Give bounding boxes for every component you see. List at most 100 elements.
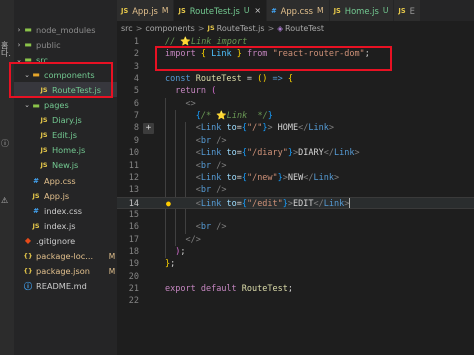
tree-item[interactable]: JSEdit.jsU — [14, 128, 134, 143]
tree-item[interactable]: # index.css — [14, 203, 126, 218]
code-line[interactable]: 3 — [117, 61, 474, 73]
symbol-icon: ◈ — [277, 23, 284, 33]
warning-icon[interactable]: ⚠ — [1, 197, 8, 205]
tree-item[interactable]: #App.cssM — [14, 173, 126, 188]
code-token: Link — [200, 123, 222, 134]
line-number: 18 — [128, 246, 139, 257]
tree-item-label: README.md — [36, 281, 87, 292]
tree-item-label: RouteTest.js — [52, 84, 102, 95]
close-icon[interactable]: × — [254, 6, 261, 15]
line-number: 6 — [133, 98, 139, 109]
editor-tab[interactable]: JS RouteTest.js U × — [174, 0, 268, 21]
tree-item[interactable]: ⌄ ▬ src — [14, 52, 118, 67]
tree-item-label: components — [44, 69, 95, 80]
code-token: </ — [303, 172, 314, 183]
code-token: "/edit" — [246, 198, 283, 209]
code-text: {/* ⭐Link */} — [165, 110, 273, 122]
tree-item[interactable]: JSRouteTest.jsU — [14, 82, 134, 98]
tree-item[interactable]: {} package-loc... M — [14, 249, 118, 264]
code-line[interactable]: 12 <Link to={"/new"}>NEW</Link> — [117, 172, 474, 184]
code-token: Link import — [190, 37, 248, 47]
code-line[interactable]: 8 <Link to={"/"}> HOME</Link> + — [117, 122, 474, 135]
line-number: 9 — [133, 135, 139, 146]
info-icon[interactable]: ⓘ — [1, 140, 9, 148]
code-text: <br /> — [165, 135, 227, 147]
breadcrumb-part-src[interactable]: src — [121, 24, 133, 33]
code-token: > — [328, 123, 335, 134]
tree-item-label: src — [36, 54, 48, 65]
tree-item[interactable]: ⌄ ▬ pages — [14, 98, 126, 113]
code-line[interactable]: 6 <> — [117, 98, 474, 110]
code-line[interactable]: 22 — [117, 295, 474, 307]
breadcrumb-part-components[interactable]: components — [145, 24, 194, 33]
code-line[interactable]: 21 export default RouteTest; — [117, 283, 474, 295]
code-token: "/" — [246, 123, 263, 134]
code-line[interactable]: 11 <br /> — [117, 160, 474, 172]
code-token: to — [226, 148, 237, 159]
tree-item[interactable]: ⓘ README.md — [14, 279, 118, 294]
code-token: </> — [185, 234, 201, 245]
tree-item-label: public — [36, 39, 61, 50]
css-file-icon: # — [271, 6, 277, 15]
line-number: 15 — [128, 209, 139, 220]
git-file-icon: ◆ — [24, 236, 32, 246]
code-line[interactable]: 1 // ⭐Link import — [117, 36, 474, 48]
code-editor[interactable]: 1// ⭐Link import 2 import { Link } from "r… — [117, 35, 474, 355]
editor-tab[interactable]: JS Home.js U — [329, 0, 395, 21]
code-line[interactable]: 2 import { Link } from "react-router-dom"… — [117, 48, 474, 60]
line-number: 3 — [133, 61, 139, 72]
code-text: <Link to={"/diary"}>DIARY</Link> — [165, 147, 360, 159]
code-line[interactable]: 5 return ( — [117, 85, 474, 97]
tree-item[interactable]: ⌄▬components• — [14, 67, 126, 82]
code-token: "react-router-dom" — [272, 49, 365, 60]
breadcrumb-separator: > — [135, 23, 143, 33]
code-line[interactable]: 15 — [117, 209, 474, 221]
js-file-icon: JS — [333, 6, 341, 15]
code-line[interactable]: 9 <br /> — [117, 135, 474, 147]
breadcrumb-file[interactable]: RouteTest.js — [217, 24, 265, 33]
tree-item[interactable]: JS index.js — [14, 218, 126, 233]
tab-label: App.css — [280, 5, 313, 16]
css-file-icon: # — [33, 206, 39, 215]
editor-tab[interactable]: JS App.js M — [117, 0, 175, 21]
tree-item[interactable]: › ▬ public — [14, 37, 118, 52]
editor-tab[interactable]: # App.css M — [267, 0, 330, 21]
code-token: br — [200, 160, 212, 171]
code-text: return ( — [165, 85, 216, 97]
code-line[interactable]: 7 {/* ⭐Link */} — [117, 110, 474, 122]
code-line[interactable]: 19}; — [117, 258, 474, 270]
tree-item[interactable]: › ▬ node_modules — [14, 22, 118, 37]
code-line[interactable]: 4 const RouteTest = () => { — [117, 73, 474, 85]
tree-item[interactable]: JSApp.jsM — [14, 188, 126, 203]
js-file-icon: JS — [40, 116, 48, 125]
js-file-icon: JS — [32, 191, 40, 200]
js-file-icon: JS — [40, 131, 48, 140]
code-text: <Link to={"/new"}>NEW</Link> — [165, 172, 339, 184]
code-line[interactable]: 10 <Link to={"/diary"}>DIARY</Link> — [117, 147, 474, 159]
tree-item-label: New.js — [52, 160, 79, 171]
code-token: } — [267, 111, 273, 122]
tree-item[interactable]: JSNew.jsU — [14, 158, 134, 173]
code-token: </ — [313, 198, 324, 209]
code-line[interactable]: 13 <br /> — [117, 184, 474, 196]
code-line[interactable]: 20 — [117, 271, 474, 283]
code-line[interactable]: 14 <Link to={"/edit"}>EDIT</Link> ● — [117, 196, 474, 209]
code-line[interactable]: 18 ); — [117, 246, 474, 258]
tree-item[interactable]: {} package.json M — [14, 264, 118, 279]
code-line[interactable]: 16 <br /> — [117, 221, 474, 233]
js-file-icon: JS — [398, 6, 406, 15]
code-token: br — [200, 135, 212, 146]
chevron-down-icon: ⌄ — [24, 101, 30, 109]
tree-item[interactable]: ◆ .gitignore — [14, 233, 118, 248]
editor-tab[interactable]: JS E — [394, 0, 421, 21]
tree-item[interactable]: JSDiary.jsU — [14, 113, 134, 128]
code-token: DIARY — [298, 148, 324, 159]
breadcrumb-symbol[interactable]: RouteTest — [285, 24, 324, 33]
code-text: </> — [165, 234, 201, 246]
code-token: Link — [334, 148, 355, 159]
tree-item[interactable]: JSHome.jsU — [14, 143, 134, 158]
add-comment-plus-icon[interactable]: + — [143, 123, 154, 135]
code-line[interactable]: 17 </> — [117, 234, 474, 246]
tree-item-label: App.js — [44, 190, 70, 201]
